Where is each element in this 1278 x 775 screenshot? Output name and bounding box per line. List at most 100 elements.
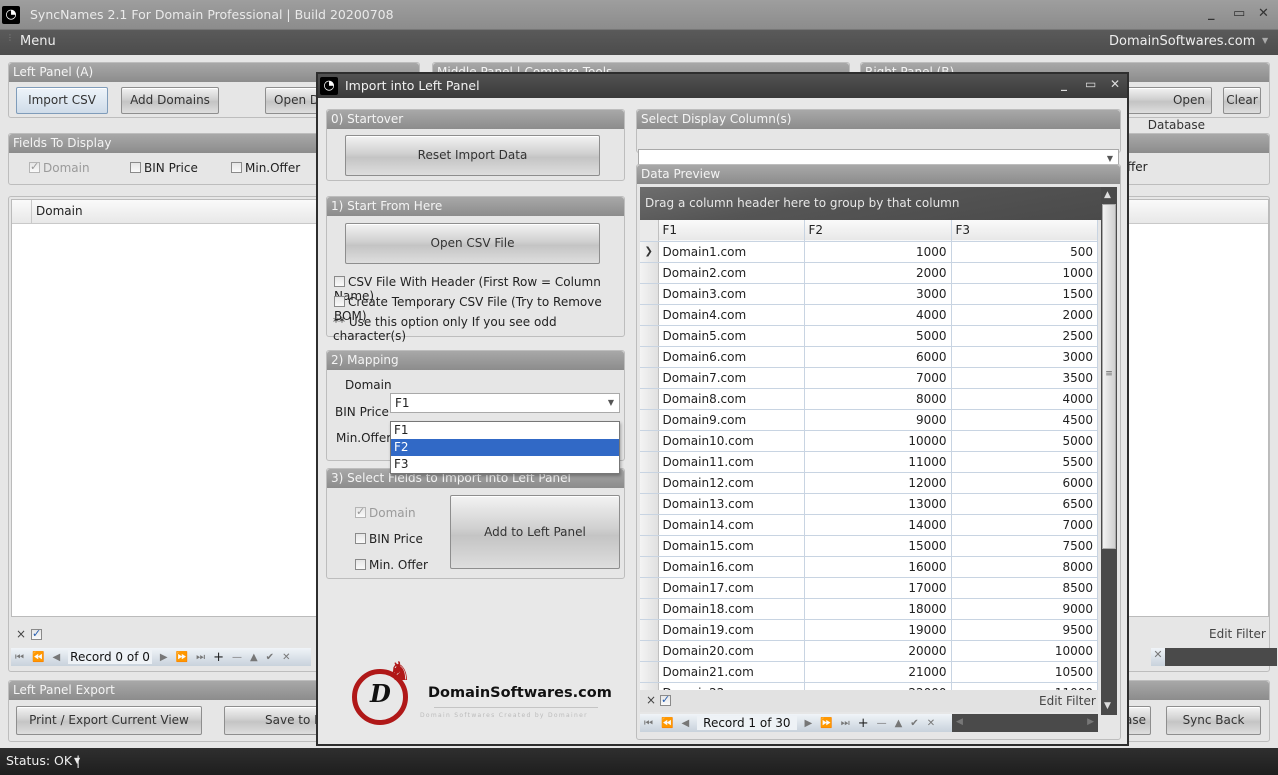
right-clear-button[interactable]: Clear xyxy=(1223,87,1261,114)
status-dropdown-icon[interactable]: ▼ xyxy=(74,756,80,765)
cell-f2[interactable]: 17000 xyxy=(804,577,952,599)
column-header-f2[interactable]: F2 xyxy=(804,220,952,242)
prev-record-icon[interactable]: ◀ xyxy=(681,718,689,729)
next-record-icon[interactable]: ▶ xyxy=(160,652,168,663)
import-field-bin-price[interactable]: BIN Price xyxy=(355,532,423,546)
cancel-record-icon[interactable]: ✕ xyxy=(282,652,290,663)
cell-f3[interactable]: 8500 xyxy=(951,577,1098,599)
preview-row[interactable]: Domain18.com 18000 9000 xyxy=(640,598,1098,620)
column-header-domain[interactable]: Domain xyxy=(32,200,87,223)
open-csv-file-button[interactable]: Open CSV File xyxy=(345,223,600,264)
website-link[interactable]: DomainSoftwares.com xyxy=(1109,34,1255,49)
cell-f3[interactable]: 2500 xyxy=(951,325,1098,347)
cell-f3[interactable]: 3000 xyxy=(951,346,1098,368)
column-header-f1[interactable]: F1 xyxy=(658,220,805,242)
checkbox-icon[interactable] xyxy=(355,559,366,570)
cell-f3[interactable]: 5500 xyxy=(951,451,1098,473)
row-indicator[interactable] xyxy=(640,472,659,494)
cell-f1[interactable]: Domain16.com xyxy=(658,556,805,578)
last-record-icon[interactable]: ⏭ xyxy=(196,652,205,663)
row-indicator[interactable] xyxy=(640,682,659,690)
menu-button[interactable]: Menu xyxy=(20,34,56,49)
checkbox-icon[interactable] xyxy=(130,162,141,173)
preview-row[interactable]: Domain12.com 12000 6000 xyxy=(640,472,1098,494)
cell-f2[interactable]: 15000 xyxy=(804,535,952,557)
checkbox-icon[interactable] xyxy=(231,162,242,173)
first-record-icon[interactable]: ⏮ xyxy=(644,718,653,729)
next-record-icon[interactable]: ▶ xyxy=(805,718,813,729)
preview-row[interactable]: Domain9.com 9000 4500 xyxy=(640,409,1098,431)
cell-f2[interactable]: 1000 xyxy=(804,241,952,263)
row-indicator[interactable] xyxy=(640,430,659,452)
cell-f2[interactable]: 14000 xyxy=(804,514,952,536)
dropdown-option-highlighted[interactable]: F2 xyxy=(391,439,619,456)
group-by-area[interactable]: Drag a column header here to group by th… xyxy=(640,187,1106,220)
preview-edit-filter[interactable]: Edit Filter xyxy=(1039,694,1096,708)
cell-f3[interactable]: 500 xyxy=(951,241,1098,263)
cell-f1[interactable]: Domain1.com xyxy=(658,241,805,263)
up-icon[interactable]: ▲ xyxy=(895,718,903,729)
cell-f3[interactable]: 6500 xyxy=(951,493,1098,515)
cell-f1[interactable]: Domain10.com xyxy=(658,430,805,452)
cell-f2[interactable]: 7000 xyxy=(804,367,952,389)
cell-f1[interactable]: Domain17.com xyxy=(658,577,805,599)
checkbox-icon[interactable] xyxy=(31,627,42,640)
row-indicator[interactable] xyxy=(640,283,659,305)
row-indicator[interactable] xyxy=(640,451,659,473)
cell-f2[interactable]: 12000 xyxy=(804,472,952,494)
row-indicator[interactable] xyxy=(640,388,659,410)
filter-close-icon[interactable]: × xyxy=(16,627,26,641)
cell-f1[interactable]: Domain22.com xyxy=(658,682,805,690)
cell-f2[interactable]: 10000 xyxy=(804,430,952,452)
cell-f1[interactable]: Domain15.com xyxy=(658,535,805,557)
preview-grid[interactable]: F1 F2 F3 ❯ Domain1.com 1000 500 Domain2.com 2… xyxy=(640,220,1098,690)
next-page-icon[interactable]: ⏩ xyxy=(176,652,188,663)
cell-f3[interactable]: 3500 xyxy=(951,367,1098,389)
preview-filter-checkbox[interactable] xyxy=(660,693,674,708)
first-record-icon[interactable]: ⏮ xyxy=(15,652,24,663)
row-indicator[interactable] xyxy=(640,661,659,683)
preview-vertical-scrollbar[interactable]: ▲ ≡ ▼ xyxy=(1101,187,1117,715)
row-indicator[interactable] xyxy=(640,367,659,389)
row-indicator[interactable] xyxy=(640,346,659,368)
preview-row[interactable]: Domain17.com 17000 8500 xyxy=(640,577,1098,599)
cell-f2[interactable]: 11000 xyxy=(804,451,952,473)
row-indicator[interactable] xyxy=(640,514,659,536)
right-edit-filter[interactable]: Edit Filter xyxy=(1209,627,1266,641)
row-indicator[interactable] xyxy=(640,535,659,557)
right-cancel-icon[interactable]: ✕ xyxy=(1151,648,1165,666)
cell-f2[interactable]: 13000 xyxy=(804,493,952,515)
row-indicator[interactable] xyxy=(640,556,659,578)
cell-f3[interactable]: 8000 xyxy=(951,556,1098,578)
import-csv-button[interactable]: Import CSV xyxy=(16,87,108,114)
dropdown-option[interactable]: F1 xyxy=(391,422,619,439)
dialog-maximize-icon[interactable]: ▭ xyxy=(1085,77,1096,91)
cell-f2[interactable]: 4000 xyxy=(804,304,952,326)
row-indicator[interactable] xyxy=(640,325,659,347)
cell-f1[interactable]: Domain11.com xyxy=(658,451,805,473)
cell-f1[interactable]: Domain12.com xyxy=(658,472,805,494)
cell-f1[interactable]: Domain21.com xyxy=(658,661,805,683)
preview-row[interactable]: Domain16.com 16000 8000 xyxy=(640,556,1098,578)
cell-f2[interactable]: 8000 xyxy=(804,388,952,410)
cell-f3[interactable]: 9000 xyxy=(951,598,1098,620)
import-field-min-offer[interactable]: Min. Offer xyxy=(355,558,428,572)
cell-f1[interactable]: Domain4.com xyxy=(658,304,805,326)
prev-record-icon[interactable]: ◀ xyxy=(52,652,60,663)
preview-horizontal-scrollbar[interactable]: ◀ ▶ xyxy=(952,714,1098,732)
cell-f3[interactable]: 10500 xyxy=(951,661,1098,683)
checkbox-icon[interactable] xyxy=(355,533,366,544)
scroll-up-icon[interactable]: ▲ xyxy=(1104,190,1111,200)
save-record-icon[interactable]: ✔ xyxy=(266,652,274,663)
preview-row[interactable]: Domain6.com 6000 3000 xyxy=(640,346,1098,368)
up-icon[interactable]: ▲ xyxy=(250,652,258,663)
cell-f1[interactable]: Domain20.com xyxy=(658,640,805,662)
row-indicator[interactable] xyxy=(640,619,659,641)
preview-row[interactable]: Domain19.com 19000 9500 xyxy=(640,619,1098,641)
cell-f1[interactable]: Domain18.com xyxy=(658,598,805,620)
preview-row[interactable]: Domain21.com 21000 10500 xyxy=(640,661,1098,683)
scroll-right-icon[interactable]: ▶ xyxy=(1087,717,1094,727)
cell-f2[interactable]: 20000 xyxy=(804,640,952,662)
right-field-min-offer[interactable]: ffer xyxy=(1127,160,1148,174)
preview-row[interactable]: Domain13.com 13000 6500 xyxy=(640,493,1098,515)
